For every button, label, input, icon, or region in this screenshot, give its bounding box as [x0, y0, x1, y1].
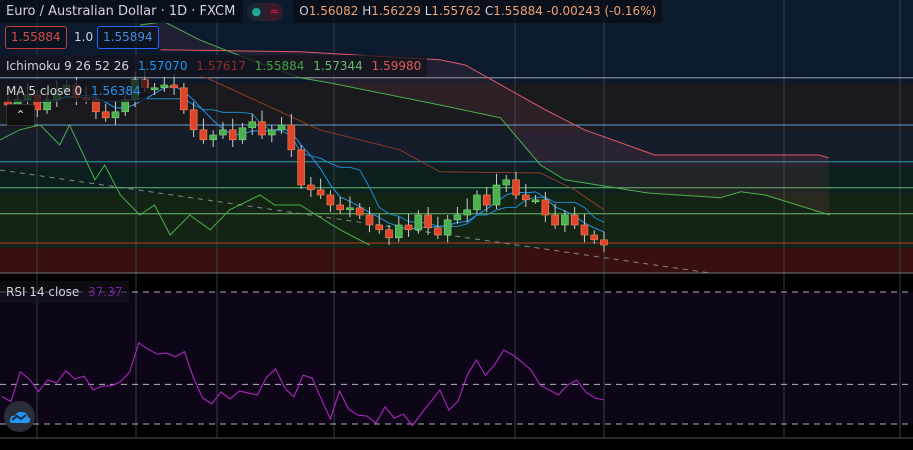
bullish-candle	[160, 84, 169, 89]
ma-legend[interactable]: MA 5 close 0 1.56384	[0, 80, 147, 102]
symbol-title[interactable]: Euro / Australian Dollar · 1D · FXCM	[0, 0, 244, 23]
bearish-candle	[551, 214, 559, 226]
bullish-candle	[150, 87, 159, 91]
bearish-candle	[385, 229, 393, 239]
bearish-candle	[541, 199, 550, 216]
bearish-candle	[522, 194, 530, 201]
bearish-candle	[512, 179, 520, 196]
bullish-candle	[463, 209, 471, 216]
bearish-candle	[326, 194, 335, 206]
cloud-chart-icon	[9, 411, 30, 423]
bearish-candle	[228, 129, 237, 141]
bullish-candle	[473, 194, 481, 211]
bullish-candle	[346, 207, 354, 211]
bearish-candle	[297, 149, 305, 186]
bearish-candle	[600, 239, 608, 246]
bearish-candle	[307, 184, 315, 191]
bearish-candle	[482, 194, 491, 206]
ohlc-readout: O1.56082 H1.56229 L1.55762 C1.55884 -0.0…	[293, 0, 663, 23]
bullish-candle	[492, 184, 501, 206]
buy-price-button[interactable]: 1.55894	[97, 26, 159, 49]
bearish-candle	[336, 204, 344, 211]
status-pill[interactable]: ● ≈	[247, 2, 284, 21]
bullish-candle	[219, 129, 227, 136]
bearish-candle	[258, 121, 266, 136]
tradingview-logo-button[interactable]	[4, 401, 35, 432]
zone-band	[0, 193, 913, 248]
bullish-candle	[443, 219, 452, 236]
bearish-candle	[404, 224, 413, 231]
wave-icon: ≈	[265, 2, 284, 21]
bullish-candle	[267, 129, 276, 136]
bearish-candle	[180, 87, 188, 111]
bearish-candle	[570, 214, 579, 226]
bullish-candle	[394, 224, 403, 239]
bullish-candle	[238, 127, 247, 141]
bearish-candle	[424, 214, 432, 229]
bearish-candle	[199, 129, 208, 141]
bearish-candle	[434, 227, 442, 236]
bullish-candle	[531, 199, 540, 203]
sell-price-button[interactable]: 1.55884	[5, 26, 67, 49]
bullish-candle	[414, 214, 423, 231]
zone-band	[0, 248, 913, 273]
ichimoku-legend[interactable]: Ichimoku 9 26 52 26 1.57070 1.57617 1.55…	[0, 55, 428, 77]
bearish-candle	[287, 124, 296, 151]
bearish-candle	[101, 111, 110, 119]
bullish-candle	[209, 134, 217, 141]
bullish-candle	[453, 214, 462, 221]
bearish-candle	[316, 189, 325, 196]
collapse-legend-button[interactable]: ⌃	[6, 104, 35, 126]
spread-value: 1.0	[74, 30, 94, 44]
symbol-header: Euro / Australian Dollar · 1D · FXCM ● ≈…	[0, 0, 663, 23]
bearish-candle	[355, 207, 364, 216]
bearish-candle	[170, 84, 178, 89]
rsi-band	[0, 292, 913, 424]
bearish-candle	[189, 109, 198, 131]
bullish-candle	[248, 121, 257, 129]
bullish-candle	[277, 124, 286, 131]
bullish-candle	[111, 111, 120, 119]
bullish-candle	[561, 214, 569, 226]
bullish-candle	[502, 179, 511, 186]
bearish-candle	[580, 224, 589, 236]
bearish-candle	[590, 234, 599, 241]
market-status-dot-icon: ●	[251, 4, 262, 18]
chevron-up-icon: ⌃	[15, 108, 26, 122]
bearish-candle	[375, 224, 384, 231]
bearish-candle	[365, 214, 374, 226]
rsi-legend[interactable]: RSI 14 close 37.37	[0, 281, 129, 303]
